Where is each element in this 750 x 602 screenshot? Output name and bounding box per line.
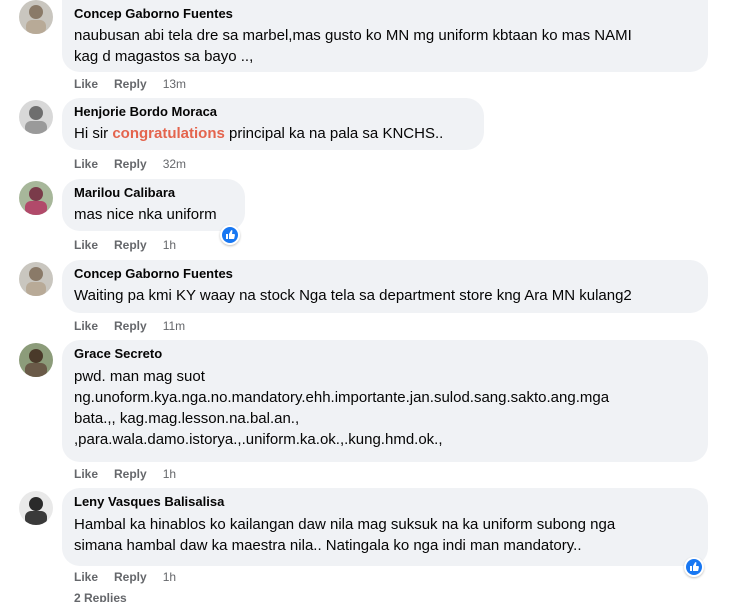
- comment-bubble: Leny Vasques Balisalisa Hambal ka hinabl…: [62, 488, 708, 566]
- comment-author[interactable]: Leny Vasques Balisalisa: [74, 494, 696, 510]
- reply-button[interactable]: Reply: [114, 319, 147, 333]
- avatar[interactable]: [19, 100, 53, 134]
- highlighted-word[interactable]: congratulations: [112, 125, 225, 142]
- view-replies-link[interactable]: 2 Replies: [74, 592, 127, 602]
- comment-author[interactable]: Henjorie Bordo Moraca: [74, 104, 472, 120]
- comment-author[interactable]: Grace Secreto: [74, 346, 696, 362]
- comment-actions: Like Reply 11m: [74, 319, 185, 333]
- comment-text: Hambal ka hinablos ko kailangan daw nila…: [74, 516, 616, 554]
- reply-button[interactable]: Reply: [114, 467, 147, 481]
- comment-timestamp[interactable]: 13m: [163, 77, 186, 91]
- comment-text: naubusan abi tela dre sa marbel,mas gust…: [74, 27, 632, 65]
- comment-actions: Like Reply 1h: [74, 467, 176, 481]
- comment-text: mas nice nka uniform: [74, 206, 217, 223]
- comment-actions: Like Reply 1h: [74, 238, 176, 252]
- like-button[interactable]: Like: [74, 77, 98, 91]
- reaction-badge[interactable]: [684, 557, 704, 577]
- comment-author[interactable]: Concep Gaborno Fuentes: [74, 6, 696, 22]
- comment-text-part: Hi sir: [74, 125, 113, 142]
- reply-button[interactable]: Reply: [114, 238, 147, 252]
- comment-timestamp[interactable]: 11m: [163, 319, 185, 333]
- thumbs-up-icon: [686, 559, 702, 575]
- avatar[interactable]: [19, 343, 53, 377]
- reply-button[interactable]: Reply: [114, 157, 147, 171]
- avatar[interactable]: [19, 181, 53, 215]
- reply-button[interactable]: Reply: [114, 570, 147, 584]
- comment-bubble: Henjorie Bordo Moraca Hi sir congratulat…: [62, 98, 484, 150]
- comment-author[interactable]: Marilou Calibara: [74, 185, 233, 201]
- comment-bubble: Concep Gaborno Fuentes Waiting pa kmi KY…: [62, 260, 708, 313]
- comment-timestamp[interactable]: 1h: [163, 467, 176, 481]
- like-button[interactable]: Like: [74, 238, 98, 252]
- avatar[interactable]: [19, 491, 53, 525]
- comment-timestamp[interactable]: 1h: [163, 238, 176, 252]
- thumbs-up-icon: [222, 227, 238, 243]
- comment-actions: Like Reply 1h: [74, 570, 176, 584]
- like-button[interactable]: Like: [74, 157, 98, 171]
- comment-actions: Like Reply 13m: [74, 77, 186, 91]
- comment-text: Hi sir congratulations principal ka na p…: [74, 123, 472, 144]
- like-button[interactable]: Like: [74, 570, 98, 584]
- like-button[interactable]: Like: [74, 467, 98, 481]
- comment-timestamp[interactable]: 32m: [163, 157, 186, 171]
- comment-bubble: Marilou Calibara mas nice nka uniform: [62, 179, 245, 231]
- reaction-badge[interactable]: [220, 225, 240, 245]
- comment-bubble: Grace Secreto pwd. man mag suot ng.unofo…: [62, 340, 708, 462]
- comment-bubble: Concep Gaborno Fuentes naubusan abi tela…: [62, 0, 708, 72]
- like-button[interactable]: Like: [74, 319, 98, 333]
- comment-timestamp[interactable]: 1h: [163, 570, 176, 584]
- comment-text: pwd. man mag suot ng.unoform.kya.nga.no.…: [74, 368, 610, 448]
- reply-button[interactable]: Reply: [114, 77, 147, 91]
- comment-actions: Like Reply 32m: [74, 157, 186, 171]
- view-replies-label: 2 Replies: [74, 592, 127, 602]
- comment-author[interactable]: Concep Gaborno Fuentes: [74, 266, 696, 282]
- avatar[interactable]: [19, 0, 53, 34]
- avatar[interactable]: [19, 262, 53, 296]
- comment-text: Waiting pa kmi KY waay na stock Nga tela…: [74, 287, 632, 304]
- comment-text-part: principal ka na pala sa KNCHS..: [224, 125, 444, 142]
